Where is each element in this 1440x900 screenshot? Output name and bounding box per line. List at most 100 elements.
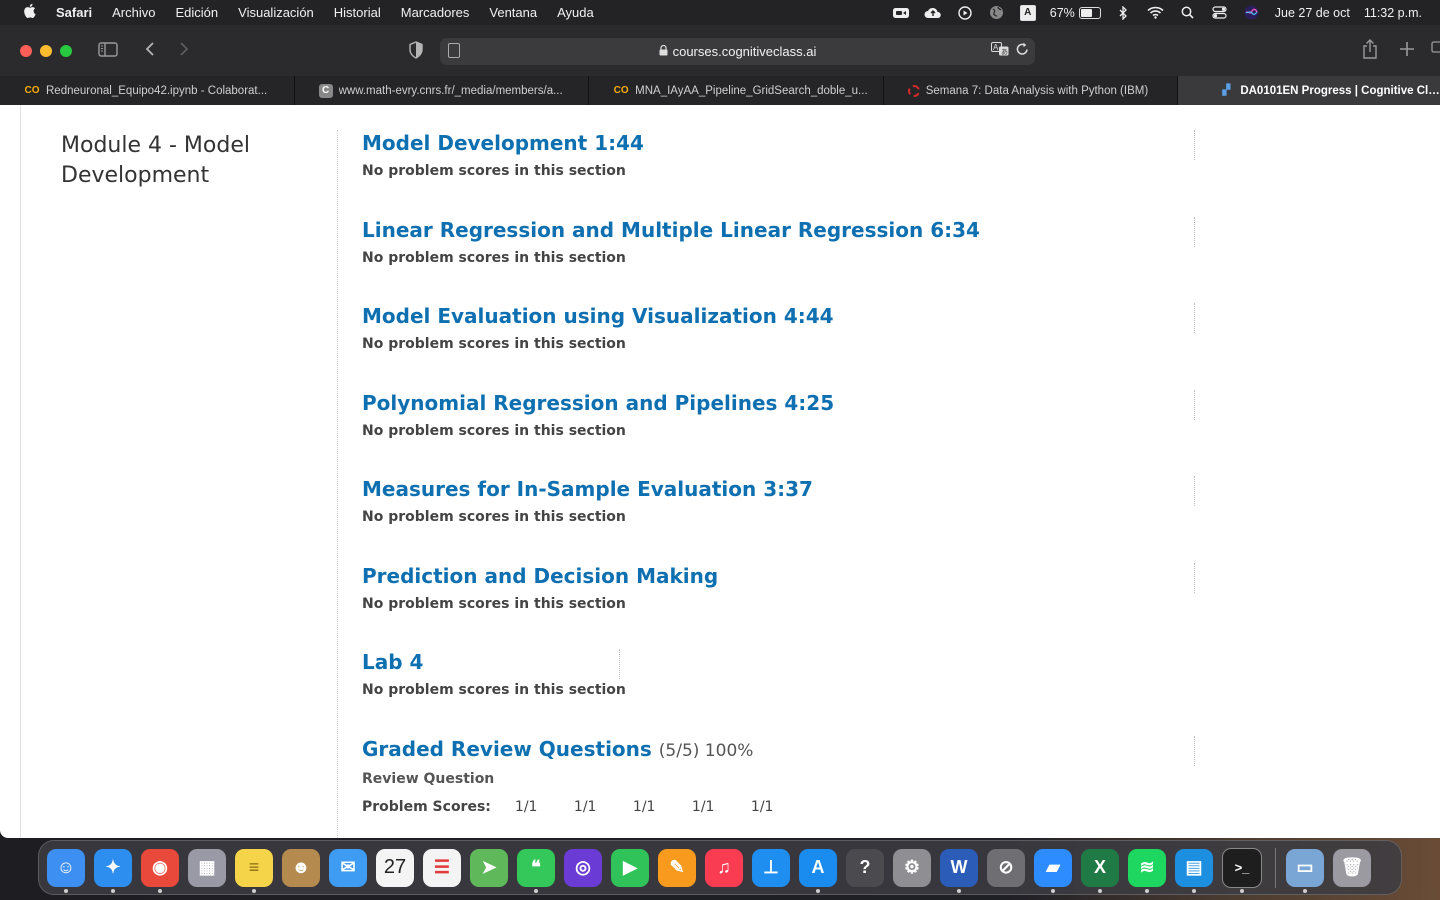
privacy-shield-icon[interactable] (409, 41, 423, 59)
safari-icon[interactable]: ✦ (94, 848, 132, 893)
mail-icon[interactable]: ✉ (329, 848, 367, 887)
music-glyph: ♫ (717, 857, 731, 877)
battery-indicator[interactable]: 67% (1050, 6, 1101, 20)
finder-icon[interactable]: ☺ (47, 848, 85, 893)
section-title-link[interactable]: Measures for In-Sample Evaluation 3:37 (362, 476, 1197, 502)
menubar-time[interactable]: 11:32 p.m. (1364, 6, 1422, 20)
maps-icon[interactable]: ➤ (470, 848, 508, 887)
preview-icon[interactable]: ▭ (1286, 848, 1324, 893)
appstore-icon[interactable]: A (799, 848, 837, 893)
sidebar-toggle-icon[interactable] (96, 39, 120, 63)
tab-colab-redneuronal[interactable]: CO Redneuronal_Equipo42.ipynb - Colabora… (0, 76, 295, 105)
menu-safari[interactable]: Safari (56, 5, 92, 20)
minimize-window-button[interactable] (40, 45, 52, 57)
music-icon[interactable]: ♫ (705, 848, 743, 887)
section-title-link[interactable]: Model Evaluation using Visualization 4:4… (362, 303, 1197, 329)
menu-edicion[interactable]: Edición (176, 5, 219, 20)
new-tab-button[interactable] (1395, 39, 1419, 63)
play-circle-icon[interactable] (956, 5, 974, 20)
help-glyph: ? (859, 857, 871, 877)
zoom-window-button[interactable] (60, 45, 72, 57)
section-subtitle: No problem scores in this section (362, 423, 626, 439)
system-preferences-icon[interactable]: ⚙ (893, 848, 931, 887)
menu-ayuda[interactable]: Ayuda (557, 5, 594, 20)
blocked-app-icon[interactable]: ⊘ (987, 848, 1025, 887)
spotlight-search-icon[interactable] (1179, 6, 1197, 20)
section-dotted-marker (1194, 736, 1195, 766)
menubar-date[interactable]: Jue 27 de oct (1275, 6, 1350, 20)
help-icon[interactable]: ? (846, 848, 884, 887)
close-window-button[interactable] (20, 45, 32, 57)
problem-score: 1/1 (691, 799, 715, 815)
menu-historial[interactable]: Historial (334, 5, 381, 20)
colab-favicon-icon: CO (613, 85, 629, 96)
menubar-status-area: A 67% Jue 27 de oct 11:32 p.m. (892, 0, 1422, 25)
preview-glyph: ▭ (1296, 857, 1314, 877)
launchpad-icon[interactable]: ▦ (188, 848, 226, 887)
pages-icon[interactable]: ✎ (658, 848, 696, 887)
excel-icon[interactable]: X (1081, 848, 1119, 893)
menu-archivo[interactable]: Archivo (112, 5, 155, 20)
terminal-glyph: >_ (1234, 860, 1250, 875)
bluetooth-icon[interactable] (1115, 5, 1133, 20)
menu-ventana[interactable]: Ventana (489, 5, 537, 20)
section-title-link[interactable]: Lab 4 (362, 649, 1197, 675)
running-indicator (534, 888, 538, 893)
cloud-upload-icon[interactable] (924, 6, 942, 20)
terminal-icon[interactable]: >_ (1222, 847, 1262, 893)
macos-menubar: Safari Archivo Edición Visualización His… (0, 0, 1440, 25)
reminders-icon[interactable]: ☰ (423, 848, 461, 887)
spotify-icon[interactable]: ≋ (1128, 848, 1166, 893)
problem-scores-row: Problem Scores: 1/1 1/1 1/1 1/1 1/1 (362, 799, 1197, 815)
wifi-icon[interactable] (1147, 6, 1165, 20)
translate-icon[interactable]: Aあ (991, 42, 1009, 59)
chrome-icon[interactable]: ◉ (141, 848, 179, 893)
back-button[interactable] (138, 39, 162, 63)
running-indicator (1145, 888, 1149, 893)
section-title-link[interactable]: Prediction and Decision Making (362, 563, 1197, 589)
address-bar[interactable]: courses.cognitiveclass.ai Aあ (440, 38, 1035, 65)
docker-glyph: ▤ (1185, 857, 1203, 877)
globe-icon[interactable] (988, 6, 1006, 20)
section-subtitle: No problem scores in this section (362, 336, 626, 352)
siri-icon[interactable]: ◎ (564, 848, 602, 887)
trash-icon[interactable]: 🗑 (1333, 848, 1371, 887)
tab-overview-icon[interactable] (1428, 39, 1440, 63)
control-center-icon[interactable] (1211, 6, 1229, 20)
tab-colab-pipeline[interactable]: CO MNA_IAyAA_Pipeline_GridSearch_doble_u… (589, 76, 884, 105)
forward-button[interactable] (172, 39, 196, 63)
contacts-icon[interactable]: ☻ (282, 848, 320, 887)
section-title-link[interactable]: Polynomial Regression and Pipelines 4:25 (362, 390, 1197, 416)
siri-icon[interactable] (1243, 5, 1261, 20)
calendar-icon[interactable]: 27 (376, 848, 414, 887)
share-icon[interactable] (1358, 39, 1382, 63)
keyboard-input-icon[interactable]: A (1019, 4, 1036, 21)
chrome-glyph: ◉ (152, 857, 168, 877)
running-indicator (1240, 888, 1244, 893)
svg-text:A: A (993, 43, 999, 52)
zoom-icon[interactable]: ▰ (1034, 848, 1072, 893)
page-menu-icon[interactable] (448, 43, 460, 58)
video-camera-icon[interactable] (892, 6, 910, 20)
section-subtitle: No problem scores in this section (362, 682, 626, 698)
menu-marcadores[interactable]: Marcadores (401, 5, 470, 20)
keynote-icon[interactable]: ⊥ (752, 848, 790, 887)
reload-icon[interactable] (1016, 42, 1029, 59)
apple-menu-icon[interactable] (20, 3, 38, 22)
pages-glyph: ✎ (669, 857, 685, 877)
notes-icon[interactable]: ≡ (235, 848, 273, 893)
messages-icon[interactable]: ❝ (517, 848, 555, 893)
section-dotted-marker (1194, 217, 1195, 247)
word-icon[interactable]: W (940, 848, 978, 893)
docker-icon[interactable]: ▤ (1175, 848, 1213, 893)
running-indicator (111, 888, 115, 893)
menu-visualizacion[interactable]: Visualización (238, 5, 314, 20)
tab-math-evry[interactable]: C www.math-evry.cnrs.fr/_media/members/a… (295, 76, 590, 105)
facetime-icon[interactable]: ▶ (611, 848, 649, 887)
section-dotted-marker (1194, 130, 1195, 160)
tab-semana-7[interactable]: Semana 7: Data Analysis with Python (IBM… (884, 76, 1179, 105)
tab-da0101en-progress[interactable]: ▞ DA0101EN Progress | Cognitive Class (1178, 76, 1440, 105)
section-title-link[interactable]: Linear Regression and Multiple Linear Re… (362, 217, 1197, 243)
section-title-link[interactable]: Model Development 1:44 (362, 130, 1197, 156)
graded-section-title-link[interactable]: Graded Review Questions (362, 737, 652, 761)
